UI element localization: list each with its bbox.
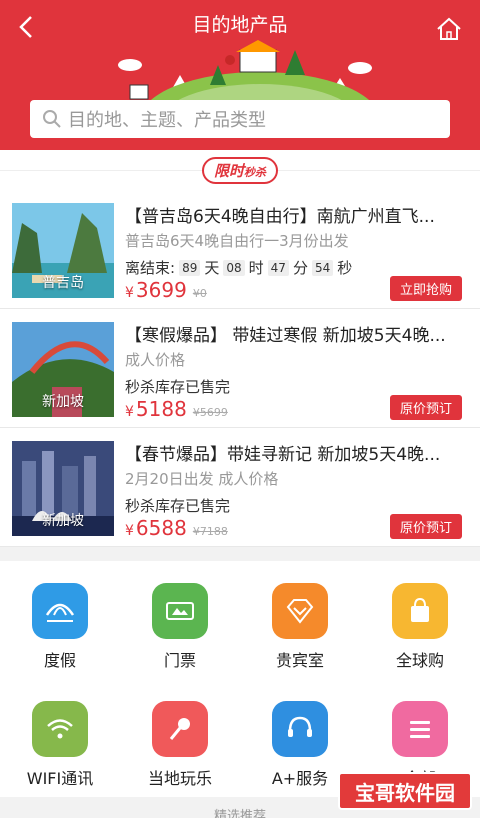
product-subtitle: 2月20日出发 成人价格 [125, 470, 279, 488]
menu-icon [392, 701, 448, 757]
wifi-icon [32, 701, 88, 757]
product-thumbnail: 新加坡 [12, 441, 114, 536]
category-label: 贵宾室 [275, 651, 324, 670]
book-original-price-button[interactable]: 原价预订 [389, 514, 462, 539]
page-title: 目的地产品 [192, 14, 288, 36]
category-tickets[interactable]: 门票 [120, 561, 240, 679]
category-label: WIFI通讯 [26, 769, 94, 788]
category-label: 全球购 [395, 651, 444, 670]
flash-sale-header: 限时秒杀 [0, 150, 480, 190]
product-card[interactable]: 新加坡 【寒假爆品】 带娃过寒假 新加坡5天4晚... 成人价格 秒杀库存已售完… [0, 309, 480, 428]
category-vip-lounge[interactable]: 贵宾室 [240, 561, 360, 679]
category-label: 门票 [163, 651, 196, 670]
header-bar: 目的地产品 目的地、主题、产品类型 [0, 0, 480, 150]
umbrella-icon [32, 583, 88, 639]
product-subtitle: 成人价格 [125, 351, 186, 369]
product-title: 【春节爆品】带娃寻新记 新加坡5天4晚... [125, 445, 441, 465]
product-price: ¥6588 ¥7188 [125, 516, 228, 540]
category-vacation[interactable]: 度假 [0, 561, 120, 679]
product-subtitle: 普吉岛6天4晚自由行一3月份出发 [125, 232, 349, 250]
category-label: 度假 [43, 651, 76, 670]
thumb-label: 新加坡 [42, 513, 84, 529]
category-local-fun[interactable]: 当地玩乐 [120, 679, 240, 797]
category-global-shopping[interactable]: 全球购 [360, 561, 480, 679]
ticket-icon [152, 583, 208, 639]
thumb-label: 新加坡 [42, 394, 84, 410]
category-label: 当地玩乐 [147, 769, 212, 788]
product-title: 【寒假爆品】 带娃过寒假 新加坡5天4晚... [125, 326, 446, 346]
category-grid: 度假 门票 贵宾室 全球购 WIFI通讯 当地玩乐 A+服务 全部 [0, 561, 480, 797]
bag-icon [392, 583, 448, 639]
microphone-icon [152, 701, 208, 757]
product-thumbnail: 新加坡 [12, 322, 114, 417]
countdown: 离结束: 89 天 08 时 47 分 54 秒 [125, 259, 353, 277]
product-price: ¥5188 ¥5699 [125, 397, 228, 421]
book-original-price-button[interactable]: 原价预订 [389, 395, 462, 420]
category-wifi[interactable]: WIFI通讯 [0, 679, 120, 797]
flash-sale-badge: 限时秒杀 [201, 156, 278, 184]
thumb-label: 普吉岛 [42, 275, 84, 291]
diamond-icon [272, 583, 328, 639]
headset-icon [272, 701, 328, 757]
product-title: 【普吉岛6天4晚自由行】南航广州直飞... [125, 207, 435, 227]
product-card[interactable]: 普吉岛 【普吉岛6天4晚自由行】南航广州直飞... 普吉岛6天4晚自由行一3月份… [0, 190, 480, 309]
buy-now-button[interactable]: 立即抢购 [389, 276, 462, 301]
product-list: 普吉岛 【普吉岛6天4晚自由行】南航广州直飞... 普吉岛6天4晚自由行一3月份… [0, 190, 480, 547]
search-bar[interactable]: 目的地、主题、产品类型 [30, 100, 450, 138]
product-price: ¥3699 ¥0 [125, 278, 207, 302]
product-card[interactable]: 新加坡 【春节爆品】带娃寻新记 新加坡5天4晚... 2月20日出发 成人价格 … [0, 428, 480, 547]
category-label: A+服务 [271, 769, 329, 788]
stock-status: 秒杀库存已售完 [125, 497, 231, 515]
stock-status: 秒杀库存已售完 [125, 378, 231, 396]
home-icon[interactable] [436, 16, 462, 42]
watermark-logo: 宝哥软件园 [338, 772, 472, 810]
search-placeholder: 目的地、主题、产品类型 [68, 110, 266, 131]
search-icon [43, 110, 61, 128]
product-thumbnail: 普吉岛 [12, 203, 114, 298]
